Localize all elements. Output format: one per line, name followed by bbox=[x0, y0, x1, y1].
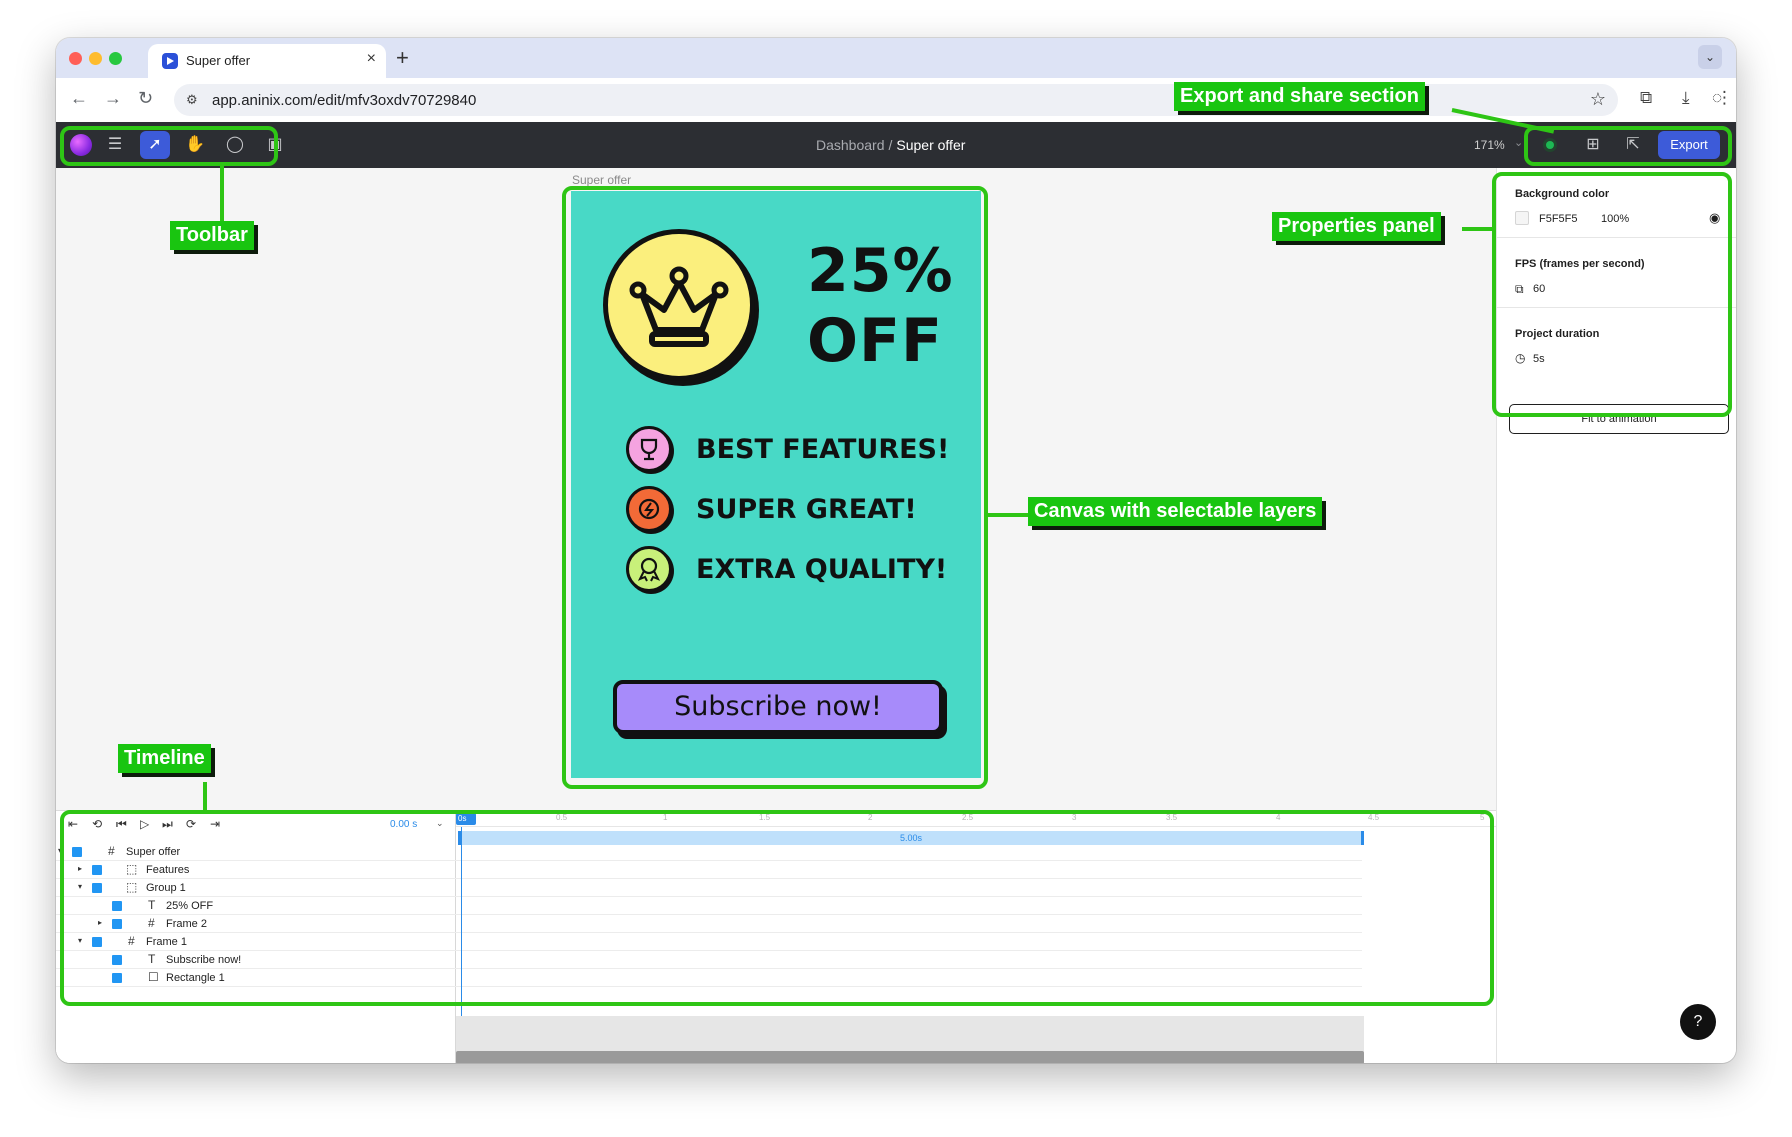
browser-tab[interactable]: Super offer × bbox=[148, 44, 386, 78]
canvas-callout: Canvas with selectable layers bbox=[1028, 497, 1323, 526]
timeline-horizontal-scrollbar[interactable] bbox=[456, 1051, 1364, 1063]
app-top-bar: ☰ ➚ ✋ ◯ ▣ Dashboard / Super offer 171% ⌄ ⊞… bbox=[56, 122, 1736, 168]
download-icon[interactable]: ⤓ bbox=[1682, 88, 1690, 108]
reload-icon[interactable]: ↻ bbox=[138, 88, 153, 109]
forward-arrow-icon[interactable]: → bbox=[104, 88, 122, 109]
timeline-callout: Timeline bbox=[118, 744, 211, 773]
browser-window: Super offer × + ⌄ ← → ↻ ⚙ app.aninix.com… bbox=[56, 38, 1736, 1063]
aninix-favicon-icon bbox=[162, 53, 178, 69]
properties-callout: Properties panel bbox=[1272, 212, 1441, 241]
extensions-puzzle-icon[interactable]: ⧉ bbox=[1640, 88, 1652, 108]
export-share-callout: Export and share section bbox=[1174, 82, 1425, 111]
tab-title: Super offer bbox=[186, 53, 251, 68]
zoom-level[interactable]: 171% bbox=[1474, 138, 1505, 152]
frame-label[interactable]: Super offer bbox=[572, 173, 631, 187]
maximize-window-button[interactable] bbox=[109, 52, 122, 65]
url-text: app.aninix.com/edit/mfv3oxdv70729840 bbox=[212, 92, 477, 109]
minimize-window-button[interactable] bbox=[89, 52, 102, 65]
canvas-highlight bbox=[562, 186, 988, 789]
timeline-highlight bbox=[60, 810, 1494, 1006]
tab-close-icon[interactable]: × bbox=[367, 50, 376, 68]
toolbar-leader bbox=[220, 166, 224, 223]
toolbar-highlight bbox=[60, 126, 278, 166]
properties-highlight bbox=[1492, 172, 1732, 417]
export-share-highlight bbox=[1524, 126, 1732, 166]
breadcrumb-separator: / bbox=[888, 137, 893, 153]
new-tab-icon[interactable]: + bbox=[396, 45, 409, 71]
tab-search-chevron-icon[interactable]: ⌄ bbox=[1698, 45, 1722, 69]
zoom-chevron-icon[interactable]: ⌄ bbox=[1514, 136, 1523, 149]
close-window-button[interactable] bbox=[69, 52, 82, 65]
breadcrumb-dashboard-link[interactable]: Dashboard bbox=[816, 137, 885, 153]
timeline-leader bbox=[203, 782, 207, 810]
browser-tab-bar: Super offer × + ⌄ bbox=[56, 38, 1736, 78]
properties-leader bbox=[1462, 227, 1494, 231]
back-arrow-icon[interactable]: ← bbox=[70, 88, 88, 109]
breadcrumb-current: Super offer bbox=[896, 137, 966, 153]
bookmark-star-icon[interactable]: ☆ bbox=[1590, 89, 1606, 110]
breadcrumb: Dashboard / Super offer bbox=[816, 137, 965, 153]
browser-menu-icon[interactable]: ⋮ bbox=[1716, 88, 1733, 108]
site-settings-icon[interactable]: ⚙ bbox=[186, 92, 198, 108]
toolbar-callout: Toolbar bbox=[170, 221, 254, 250]
canvas-leader bbox=[988, 513, 1030, 517]
help-button[interactable]: ? bbox=[1680, 1004, 1716, 1040]
